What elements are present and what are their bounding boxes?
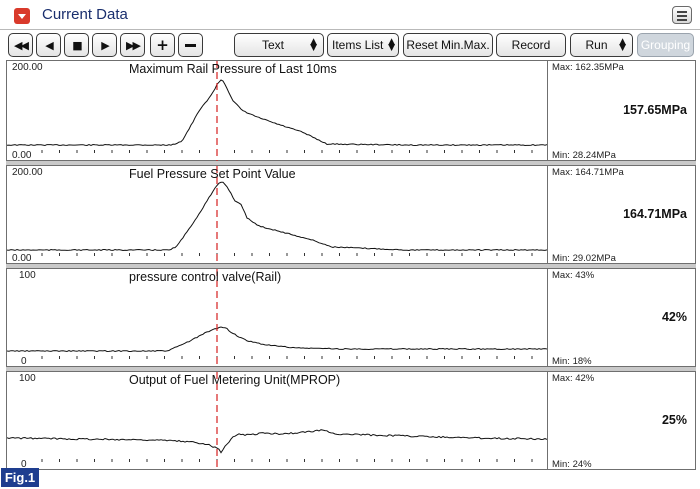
graph-panel-rail-pressure: 200.00 0.00 Maximum Rail Pressure of Las… <box>6 60 696 162</box>
y-axis-max-label: 200.00 <box>12 62 43 73</box>
record-button[interactable]: Record <box>496 33 566 57</box>
select-arrows-icon: ▲ ▼ <box>388 37 395 53</box>
reset-minmax-button[interactable]: Reset Min.Max. <box>403 33 493 57</box>
fast-forward-button[interactable]: ▶▶ <box>120 33 145 57</box>
current-value: 25% <box>661 413 687 427</box>
menu-icon[interactable] <box>672 6 692 24</box>
graph-title: pressure control valve(Rail) <box>129 270 282 284</box>
run-label: Run <box>585 38 608 52</box>
signal-trace <box>7 79 547 147</box>
display-mode-select[interactable]: Text ▲ ▼ <box>234 33 324 57</box>
grouping-label: Grouping <box>640 38 691 52</box>
signal-trace <box>7 429 547 454</box>
max-value: Max: 43% <box>552 270 595 281</box>
y-axis-max-label: 200.00 <box>12 167 43 178</box>
graph-title: Output of Fuel Metering Unit(MPROP) <box>129 373 341 387</box>
graph-title: Fuel Pressure Set Point Value <box>129 167 296 181</box>
graph-title: Maximum Rail Pressure of Last 10ms <box>129 62 337 76</box>
step-back-button[interactable]: ◀ <box>36 33 61 57</box>
window-title: Current Data <box>42 6 128 23</box>
current-value: 157.65MPa <box>623 103 687 117</box>
select-arrows-icon: ▲ ▼ <box>310 37 317 53</box>
graph-panel-pressure-control-valve: 100 0 pressure control valve(Rail) Max: … <box>6 268 696 368</box>
y-axis-min-label: 0.00 <box>12 150 32 161</box>
select-arrows-icon: ▲ ▼ <box>619 37 626 53</box>
min-value: Min: 24% <box>552 459 592 470</box>
title-divider <box>0 29 700 30</box>
record-label: Record <box>511 38 551 52</box>
plus-icon: + <box>156 36 169 54</box>
items-list-button[interactable]: Items List ▲ ▼ <box>327 33 399 57</box>
signal-trace <box>7 326 547 353</box>
y-axis-max-label: 100 <box>19 270 36 281</box>
graph-panel-fuel-metering-unit: 100 0 Output of Fuel Metering Unit(MPROP… <box>6 371 696 471</box>
min-value: Min: 28.24MPa <box>552 150 616 161</box>
panel-divider <box>547 372 548 469</box>
stop-icon: ■ <box>72 38 83 52</box>
rewind-icon: ◀◀ <box>14 38 29 52</box>
max-value: Max: 164.71MPa <box>552 167 624 178</box>
minus-icon <box>185 43 196 47</box>
max-value: Max: 42% <box>552 373 595 384</box>
panel-divider <box>547 61 548 160</box>
display-mode-label: Text <box>261 38 284 52</box>
grouping-button: Grouping <box>637 33 694 57</box>
current-value: 42% <box>661 310 687 324</box>
graph-panel-fuel-pressure-setpoint: 200.00 0.00 Fuel Pressure Set Point Valu… <box>6 165 696 265</box>
max-value: Max: 162.35MPa <box>552 62 624 73</box>
y-axis-max-label: 100 <box>19 373 36 384</box>
reset-label: Reset Min.Max. <box>406 38 490 52</box>
signal-plot <box>7 61 547 162</box>
min-value: Min: 29.02MPa <box>552 253 616 264</box>
fast-forward-icon: ▶▶ <box>126 38 141 52</box>
zoom-in-button[interactable]: + <box>150 33 175 57</box>
run-select[interactable]: Run ▲ ▼ <box>570 33 633 57</box>
plot-area[interactable]: 200.00 0.00 Fuel Pressure Set Point Valu… <box>7 166 547 265</box>
y-axis-min-label: 0 <box>21 356 27 367</box>
panel-divider <box>547 269 548 366</box>
collapse-icon[interactable] <box>14 8 30 24</box>
current-value: 164.71MPa <box>623 207 687 221</box>
stop-button[interactable]: ■ <box>64 33 89 57</box>
step-back-icon: ◀ <box>45 38 54 52</box>
signal-trace <box>7 181 547 252</box>
panel-divider <box>547 166 548 263</box>
toolbar: ◀◀ ◀ ■ ▶ ▶▶ + Text ▲ ▼ Items List ▲ ▼ Rese… <box>0 31 700 60</box>
title-bar: Current Data <box>0 0 700 30</box>
y-axis-min-label: 0.00 <box>12 253 32 264</box>
figure-label: Fig.1 <box>1 468 39 487</box>
plot-area[interactable]: 100 0 Output of Fuel Metering Unit(MPROP… <box>7 372 547 471</box>
zoom-out-button[interactable] <box>178 33 203 57</box>
play-button[interactable]: ▶ <box>92 33 117 57</box>
play-icon: ▶ <box>101 38 110 52</box>
items-list-label: Items List <box>332 38 384 52</box>
plot-area[interactable]: 200.00 0.00 Maximum Rail Pressure of Las… <box>7 61 547 162</box>
plot-area[interactable]: 100 0 pressure control valve(Rail) <box>7 269 547 368</box>
rewind-button[interactable]: ◀◀ <box>8 33 33 57</box>
min-value: Min: 18% <box>552 356 592 367</box>
